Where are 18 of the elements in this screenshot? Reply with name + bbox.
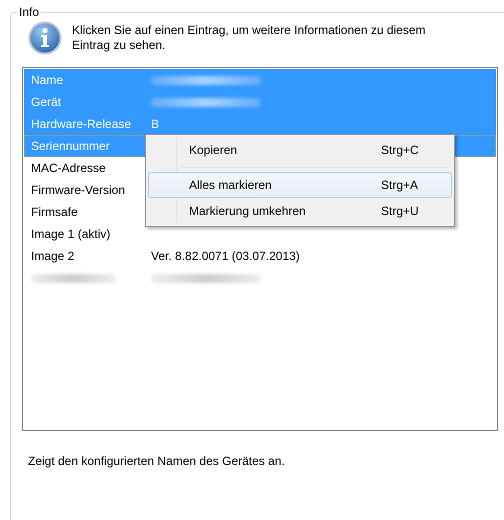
property-name: Image 2 [31,249,76,263]
property-value: B [151,117,160,131]
description-text: Zeigt den konfigurierten Namen des Gerätes an. [27,453,286,468]
group-title: Info [17,5,42,19]
menu-item[interactable]: Markierung umkehren Strg+U [148,198,452,224]
menu-item[interactable]: Alles markieren Strg+A [148,172,452,198]
property-name: Hardware-Release [31,117,132,131]
property-name: Seriennummer [31,139,111,153]
info-icon [28,21,62,55]
property-name: MAC-Adresse [31,161,107,175]
menu-item[interactable]: Kopieren Strg+C [148,137,452,163]
property-value: Ver. 8.82.0071 (03.07.2013) [151,249,300,263]
list-row[interactable]: Image 2 Ver. 8.82.0071 (03.07.2013) [24,245,496,267]
property-name: Gerät [31,95,62,109]
property-name: Name [31,73,64,87]
instruction-text: Klicken Sie auf einen Eintrag, um weitere Informationen zu diesem Eintrag zu sehen. [72,22,427,53]
property-name: Image 1 (aktiv) [31,227,112,241]
list-row[interactable]: Image 1 (aktiv) [24,223,496,245]
